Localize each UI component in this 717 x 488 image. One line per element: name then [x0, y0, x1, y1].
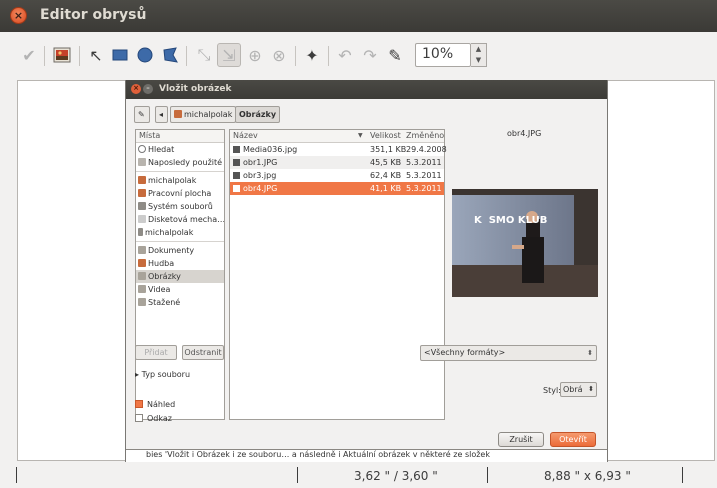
toolbar: ✔ ↖ ⤡ ⇲ ⊕ ⊗ ✦ ↶ ↷ ✎ 10% ▲ ▼: [0, 32, 717, 80]
preview-photo: K SMO KLUB: [452, 189, 598, 297]
place-item: Hudba: [136, 257, 224, 270]
file-row: obr3.jpg 62,4 KB 5.3.2011: [230, 169, 444, 182]
dialog-minimize-icon: –: [143, 84, 153, 94]
places-header: Místa: [136, 130, 224, 143]
status-bar: 3,62 " / 3,60 " 8,88 " x 6,93 ": [0, 462, 717, 488]
add-place-button: Přidat: [135, 345, 177, 360]
file-list-header: Název ▼ Velikost Změněno: [230, 130, 444, 143]
move-icon[interactable]: ⤡: [192, 43, 216, 67]
place-item: Dokumenty: [136, 244, 224, 257]
pointer-icon[interactable]: ↖: [84, 43, 108, 67]
preview-filename: obr4.JPG: [507, 129, 542, 138]
cursor-position: 3,62 " / 3,60 ": [354, 469, 438, 483]
window-title: Editor obrysů: [40, 7, 147, 23]
apply-icon[interactable]: ✔: [17, 43, 41, 67]
eyedropper-icon[interactable]: ✎: [383, 43, 407, 67]
zoom-stepper[interactable]: ▲ ▼: [471, 43, 487, 67]
rectangle-icon[interactable]: [108, 43, 132, 67]
place-item: Disketová mecha…: [136, 213, 224, 226]
polygon-icon[interactable]: [158, 43, 182, 67]
undo-icon[interactable]: ↶: [333, 43, 357, 67]
file-row: Media036.jpg 351,1 KB 29.4.2008: [230, 143, 447, 156]
style-label: Styl:: [543, 386, 561, 395]
place-item: Pracovní plocha: [136, 187, 224, 200]
background-text-strip: bies 'Vložit i Obrázek i ze souboru… a n…: [126, 449, 607, 462]
circle-icon[interactable]: [133, 43, 157, 67]
add-point-icon[interactable]: ⊕: [243, 43, 267, 67]
dialog-title: Vložit obrázek: [159, 84, 232, 94]
preview-checkbox: Náhled: [135, 400, 175, 410]
edit-path-icon: ✎: [134, 106, 150, 123]
place-item: michalpolak: [136, 174, 224, 187]
place-item: Stažené: [136, 296, 224, 309]
place-item: Hledat: [136, 143, 224, 156]
place-item: michalpolak: [136, 226, 224, 239]
dialog-close-icon: ×: [131, 84, 141, 94]
place-item: Obrázky: [136, 270, 224, 283]
place-item: Videa: [136, 283, 224, 296]
image-size: 8,88 " x 6,93 ": [544, 469, 631, 483]
place-item: Systém souborů: [136, 200, 224, 213]
file-type-expander: ▸ Typ souboru: [135, 370, 191, 379]
redo-icon[interactable]: ↷: [358, 43, 382, 67]
crumb-home: michalpolak: [170, 106, 237, 123]
format-filter: <Všechny formáty> ⬍: [420, 345, 597, 361]
crumb-pictures: Obrázky: [235, 106, 281, 123]
window-titlebar: × Editor obrysů: [0, 0, 717, 32]
remove-point-icon[interactable]: ⊗: [267, 43, 291, 67]
link-checkbox: Odkaz: [135, 414, 172, 424]
cancel-button: Zrušit: [498, 432, 544, 447]
scale-icon[interactable]: ⇲: [217, 43, 241, 67]
remove-place-button: Odstranit: [182, 345, 224, 360]
file-row: obr1.JPG 45,5 KB 5.3.2011: [230, 156, 444, 169]
dialog-titlebar: × – Vložit obrázek: [126, 80, 607, 99]
file-list: Název ▼ Velikost Změněno Media036.jpg 35…: [229, 129, 447, 420]
open-button: Otevřít: [550, 432, 596, 447]
place-item: Naposledy použité: [136, 156, 224, 169]
magic-icon[interactable]: ✦: [300, 43, 324, 67]
file-row-selected: obr4.JPG 41,1 KB 5.3.2011: [230, 182, 444, 195]
image-icon[interactable]: [50, 43, 74, 67]
preview-banner: K SMO KLUB: [474, 215, 548, 226]
style-select: Obrá ⬍: [560, 382, 597, 397]
window-close-button[interactable]: ×: [10, 7, 27, 24]
zoom-input[interactable]: 10%: [415, 43, 471, 67]
embedded-image: × – Vložit obrázek ✎ ◂ michalpolak Obráz…: [125, 80, 608, 462]
crumb-back-icon: ◂: [155, 106, 168, 123]
